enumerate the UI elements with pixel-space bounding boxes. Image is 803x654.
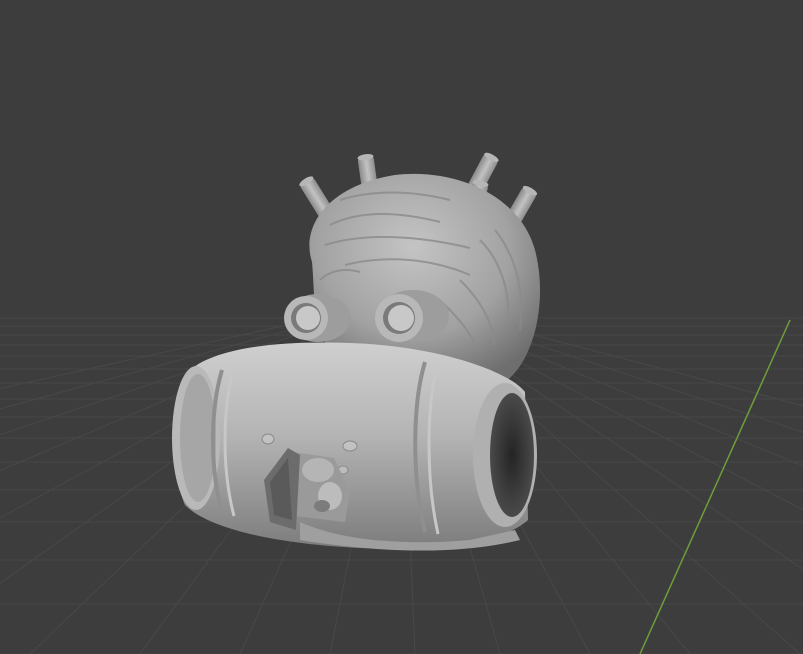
viewport-canvas[interactable] <box>0 0 803 654</box>
barrel[interactable] <box>172 342 537 551</box>
goggle-left <box>284 294 351 342</box>
goggle-right <box>375 290 449 342</box>
3d-viewport[interactable] <box>0 0 803 654</box>
